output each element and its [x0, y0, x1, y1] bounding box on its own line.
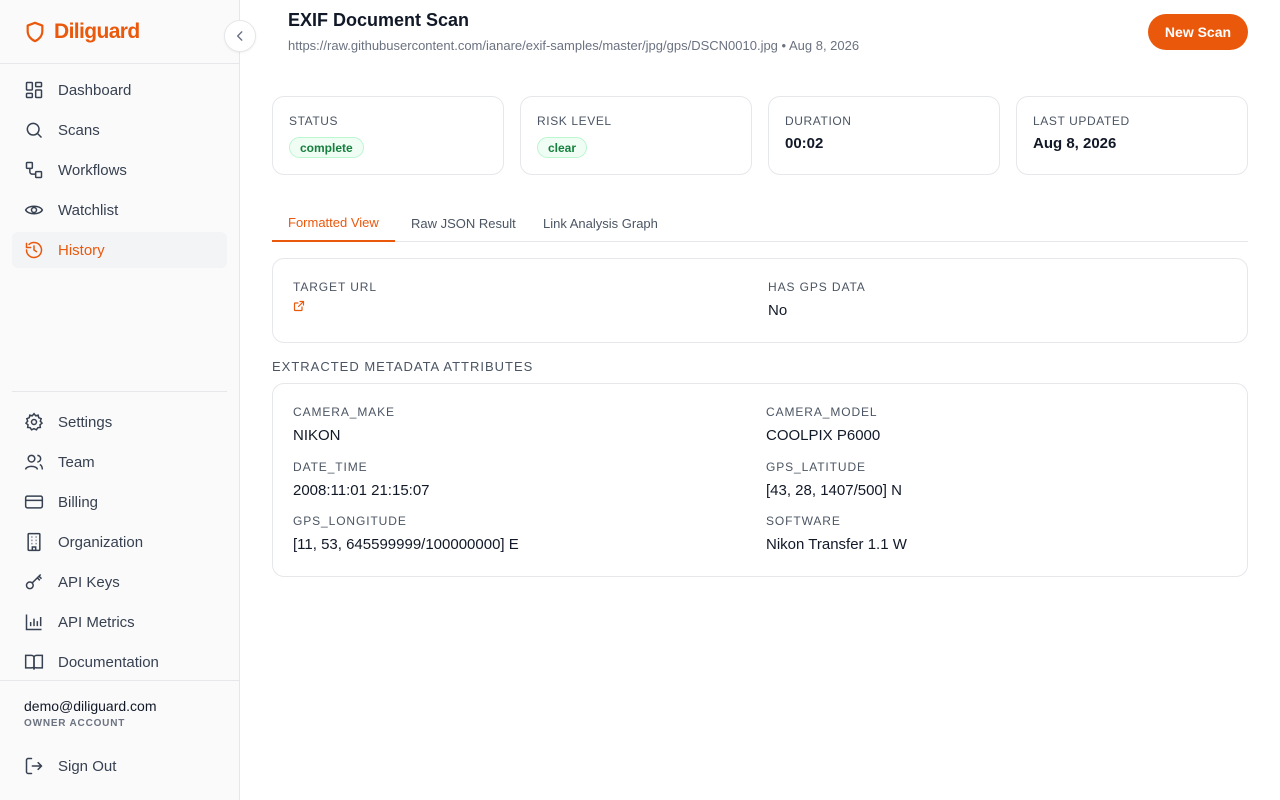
signout-nav: Sign Out [12, 748, 227, 788]
target-url-label: TARGET URL [293, 280, 377, 294]
sidebar-item-billing[interactable]: Billing [12, 484, 227, 520]
sidebar-item-label: API Metrics [58, 613, 135, 631]
credit-card-icon [24, 495, 44, 509]
search-icon [26, 122, 43, 139]
metadata-value: [43, 28, 1407/500] N [766, 482, 902, 499]
book-icon [24, 654, 44, 670]
sidebar-item-dashboard[interactable]: Dashboard [12, 72, 227, 108]
collapse-sidebar-button[interactable] [224, 20, 256, 52]
sidebar-item-team[interactable]: Team [12, 444, 227, 480]
has-gps-data-value: No [768, 302, 788, 319]
metadata-section-title: EXTRACTED METADATA ATTRIBUTES [272, 359, 534, 374]
metadata-value: COOLPIX P6000 [766, 427, 881, 444]
sidebar-item-documentation[interactable]: Documentation [12, 644, 227, 680]
sign-out-label: Sign Out [58, 757, 117, 775]
history-icon [25, 241, 43, 259]
key-icon [25, 573, 43, 590]
duration-card: DURATION 00:02 [768, 96, 1000, 175]
app-name: Diliguard [54, 20, 140, 43]
metadata-value: [11, 53, 645599999/100000000] E [293, 536, 519, 553]
duration-value: 00:02 [785, 135, 824, 152]
workflow-icon [25, 161, 43, 179]
new-scan-button[interactable]: New Scan [1148, 14, 1248, 50]
main-nav: Dashboard Scans Workflows Watchlist Hist… [12, 72, 227, 272]
scan-summary-card: TARGET URL HAS GPS DATA No [272, 258, 1248, 343]
sidebar: Diliguard Dashboard Scans Workflows Watc… [0, 0, 240, 800]
grid-icon [25, 81, 43, 99]
status-card: STATUS complete [272, 96, 504, 175]
sidebar-item-label: Documentation [58, 653, 159, 671]
sidebar-item-api-keys[interactable]: API Keys [12, 564, 227, 600]
users-icon [24, 454, 44, 470]
status-badge: complete [289, 137, 364, 158]
target-url-link[interactable] [293, 299, 306, 312]
sidebar-item-label: Billing [58, 493, 99, 511]
app-logo[interactable]: Diliguard [24, 18, 140, 46]
sidebar-divider [0, 63, 239, 64]
sidebar-item-label: Watchlist [58, 201, 119, 219]
bar-chart-icon [25, 614, 42, 631]
last-updated-value: Aug 8, 2026 [1033, 135, 1117, 152]
metadata-value: 2008:11:01 21:15:07 [293, 482, 430, 499]
sign-out-button[interactable]: Sign Out [12, 748, 227, 784]
page-subtitle: https://raw.githubusercontent.com/ianare… [288, 38, 860, 53]
sidebar-item-label: API Keys [58, 573, 120, 591]
risk-level-label: RISK LEVEL [537, 114, 612, 128]
sidebar-item-workflows[interactable]: Workflows [12, 152, 227, 188]
tab-raw-json-result[interactable]: Raw JSON Result [395, 204, 532, 242]
sidebar-divider [12, 391, 227, 392]
metadata-key: CAMERA_MAKE [293, 405, 395, 419]
eye-icon [24, 205, 44, 215]
risk-level-badge: clear [537, 137, 588, 158]
metadata-value: Nikon Transfer 1.1 W [766, 536, 907, 553]
building-icon [27, 532, 41, 552]
sidebar-item-label: Settings [58, 413, 113, 431]
tab-formatted-view[interactable]: Formatted View [272, 204, 395, 242]
sidebar-item-label: Organization [58, 533, 144, 551]
logout-icon [25, 757, 43, 775]
sidebar-item-label: History [58, 241, 105, 259]
shield-logo-icon [26, 21, 44, 43]
metadata-key: GPS_LATITUDE [766, 460, 866, 474]
chevron-left-icon [236, 31, 243, 41]
sidebar-item-watchlist[interactable]: Watchlist [12, 192, 227, 228]
metadata-key: DATE_TIME [293, 460, 368, 474]
metadata-key: CAMERA_MODEL [766, 405, 878, 419]
has-gps-data-label: HAS GPS DATA [768, 280, 866, 294]
sidebar-item-history[interactable]: History [12, 232, 227, 268]
status-label: STATUS [289, 114, 339, 128]
sidebar-item-api-metrics[interactable]: API Metrics [12, 604, 227, 640]
sidebar-item-label: Scans [58, 121, 100, 139]
sidebar-item-settings[interactable]: Settings [12, 404, 227, 440]
tab-link-analysis-graph[interactable]: Link Analysis Graph [527, 204, 674, 242]
metadata-attributes-card: CAMERA_MAKE NIKON CAMERA_MODEL COOLPIX P… [272, 383, 1248, 577]
user-email: demo@diliguard.com [24, 698, 157, 714]
duration-label: DURATION [785, 114, 852, 128]
sidebar-item-scans[interactable]: Scans [12, 112, 227, 148]
page-title: EXIF Document Scan [288, 10, 470, 30]
risk-level-card: RISK LEVEL clear [520, 96, 752, 175]
last-updated-label: LAST UPDATED [1033, 114, 1130, 128]
gear-icon [24, 412, 44, 431]
external-link-icon [293, 300, 305, 312]
metadata-value: NIKON [293, 427, 341, 444]
last-updated-card: LAST UPDATED Aug 8, 2026 [1016, 96, 1248, 175]
settings-nav: Settings Team Billing Organization API K… [12, 404, 227, 684]
sidebar-item-label: Team [58, 453, 95, 471]
sidebar-divider [0, 680, 239, 681]
user-role: OWNER ACCOUNT [24, 718, 126, 729]
sidebar-item-label: Dashboard [58, 81, 132, 99]
sidebar-item-label: Workflows [58, 161, 127, 179]
metadata-key: SOFTWARE [766, 514, 841, 528]
metadata-key: GPS_LONGITUDE [293, 514, 407, 528]
result-tabs: Formatted View Raw JSON Result Link Anal… [272, 204, 1248, 242]
sidebar-item-organization[interactable]: Organization [12, 524, 227, 560]
